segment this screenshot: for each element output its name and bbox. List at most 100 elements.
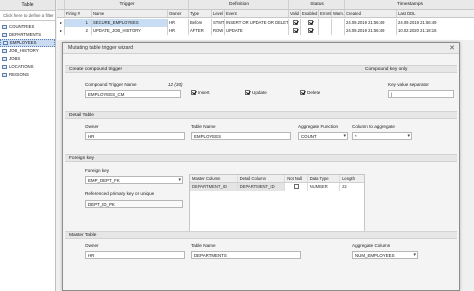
fk-col-data-type[interactable]: Data Type (308, 175, 341, 182)
detail-table-input[interactable]: EMPLOYEES (191, 132, 291, 140)
delete-label: Delete (307, 90, 321, 95)
cell-firing[interactable]: 1 (65, 19, 92, 27)
table-row[interactable]: ▸ 2 UPDATE_JOB_HISTORY HR AFTER ROW UPDA… (57, 27, 474, 35)
table-item-label: COUNTRIES (9, 24, 35, 29)
dialog-title[interactable]: Mutating table trigger wizard (63, 43, 459, 54)
cell-type[interactable]: AFTER (189, 27, 212, 35)
fk-col-master[interactable]: Master Column (190, 175, 238, 182)
cell-level[interactable]: STMT (212, 19, 225, 27)
table-item-regions[interactable]: REGIONS (0, 71, 55, 79)
group-trigger[interactable]: Trigger (65, 0, 189, 9)
cell-errors[interactable] (319, 19, 332, 27)
group-timestamps[interactable]: Timestamps (345, 0, 474, 9)
col-enabled[interactable]: Enabled (301, 10, 319, 17)
table-item-departments[interactable]: DEPARTMENTS (0, 31, 55, 39)
master-table-input[interactable]: DEPARTMENTS (191, 251, 301, 259)
referenced-pk-input[interactable]: DEPT_ID_PK (85, 200, 183, 208)
col-event[interactable]: Event (225, 10, 289, 17)
foreign-key-select[interactable]: EMP_DEPT_FK (85, 176, 183, 184)
foreign-key-label: Foreign key (85, 168, 110, 173)
col-name[interactable]: Name (92, 10, 168, 17)
col-firing[interactable]: Firing # (65, 10, 92, 17)
delete-checkbox[interactable] (300, 90, 305, 95)
aggregate-function-label: Aggregate Function (298, 124, 339, 129)
enabled-checkbox[interactable] (307, 20, 313, 26)
table-list-header[interactable]: Table (0, 0, 55, 11)
valid-checkbox[interactable] (292, 28, 298, 34)
cell-event[interactable]: INSERT OR UPDATE OR DELETE (225, 19, 289, 27)
table-list-panel: Table Click here to define a filter COUN… (0, 0, 56, 291)
cell-last-ddl[interactable]: 24.09.2019 21:56:49 (397, 19, 474, 27)
cell-name[interactable]: UPDATE_JOB_HISTORY (92, 27, 168, 35)
cell-type[interactable]: Before (189, 19, 212, 27)
cell-warn[interactable] (332, 19, 345, 27)
cell-valid[interactable] (289, 27, 301, 35)
col-errors[interactable]: Errors (319, 10, 332, 17)
fk-col-detail[interactable]: Detail Column (238, 175, 286, 182)
fk-cell-data-type[interactable]: NUMBER (308, 183, 341, 191)
col-created[interactable]: Created (345, 10, 397, 17)
table-icon (2, 49, 7, 53)
fk-cell-not-null[interactable] (285, 183, 308, 191)
table-item-label: REGIONS (9, 72, 29, 77)
col-owner[interactable]: Owner (168, 10, 189, 17)
table-item-locations[interactable]: LOCATIONS (0, 63, 55, 71)
group-definition[interactable]: Definition (189, 0, 289, 9)
close-icon[interactable]: ✕ (449, 44, 455, 53)
cell-created[interactable]: 24.09.2019 21:56:49 (345, 19, 397, 27)
fk-cell-detail[interactable]: DEPARTMENT_ID (237, 183, 286, 191)
fk-col-length[interactable]: Length (340, 175, 364, 182)
insert-checkbox-group[interactable]: Insert (191, 90, 210, 95)
column-to-aggregate-select[interactable]: * (352, 132, 412, 140)
cell-owner[interactable]: HR (168, 19, 189, 27)
fk-col-not-null[interactable]: Not Null (285, 175, 308, 182)
cell-owner[interactable]: HR (168, 27, 189, 35)
update-checkbox[interactable] (245, 90, 250, 95)
trigger-name-input[interactable]: EMPLOYEES_CM (85, 90, 181, 98)
cell-name[interactable]: SECURE_EMPLOYEES (92, 19, 168, 27)
master-owner-input[interactable]: HR (85, 251, 185, 259)
fk-cell-master[interactable]: DEPARTMENT_ID (190, 183, 238, 191)
table-icon (2, 33, 7, 37)
cell-last-ddl[interactable]: 10.02.2020 21:18:16 (397, 27, 474, 35)
cell-event[interactable]: UPDATE (225, 27, 289, 35)
foreign-key-section-header: Foreign key (65, 154, 457, 162)
cell-level[interactable]: ROW (212, 27, 225, 35)
table-item-jobs[interactable]: JOBS (0, 55, 55, 63)
master-table-label: Table Name (191, 243, 216, 248)
table-list: COUNTRIES DEPARTMENTS EMPLOYEES JOB_HIST… (0, 21, 55, 79)
table-row[interactable]: DEPARTMENT_ID DEPARTMENT_ID NUMBER 22 (190, 183, 364, 191)
enabled-checkbox[interactable] (307, 28, 313, 34)
update-checkbox-group[interactable]: Update (245, 90, 267, 95)
key-separator-input[interactable]: | (388, 90, 454, 98)
table-item-label: JOB_HISTORY (9, 48, 39, 53)
table-row[interactable]: ▸ 1 SECURE_EMPLOYEES HR Before STMT INSE… (57, 19, 474, 27)
col-level[interactable]: Level (212, 10, 225, 17)
aggregate-column-select[interactable]: NUM_EMPLOYEES (352, 251, 418, 259)
insert-checkbox[interactable] (191, 90, 196, 95)
cell-enabled[interactable] (301, 27, 319, 35)
table-item-job-history[interactable]: JOB_HISTORY (0, 47, 55, 55)
col-warn[interactable]: Warn. (332, 10, 345, 17)
aggregate-function-select[interactable]: COUNT (298, 132, 348, 140)
col-last-ddl[interactable]: Last DDL (397, 10, 474, 17)
update-label: Update (252, 90, 267, 95)
fk-cell-length[interactable]: 22 (340, 183, 364, 191)
cell-errors[interactable] (319, 27, 332, 35)
table-filter-input[interactable]: Click here to define a filter (0, 11, 55, 21)
cell-firing[interactable]: 2 (65, 27, 92, 35)
valid-checkbox[interactable] (292, 20, 298, 26)
table-item-countries[interactable]: COUNTRIES (0, 23, 55, 31)
cell-created[interactable]: 24.09.2019 21:56:49 (345, 27, 397, 35)
table-item-employees[interactable]: EMPLOYEES (0, 39, 55, 47)
delete-checkbox-group[interactable]: Delete (300, 90, 320, 95)
cell-warn[interactable] (332, 27, 345, 35)
cell-enabled[interactable] (301, 19, 319, 27)
group-status[interactable]: Status (289, 0, 345, 9)
col-type[interactable]: Type (189, 10, 212, 17)
detail-owner-input[interactable]: HR (85, 132, 185, 140)
cell-valid[interactable] (289, 19, 301, 27)
table-icon (2, 57, 7, 61)
not-null-checkbox[interactable] (294, 184, 300, 190)
col-valid[interactable]: Valid (289, 10, 301, 17)
